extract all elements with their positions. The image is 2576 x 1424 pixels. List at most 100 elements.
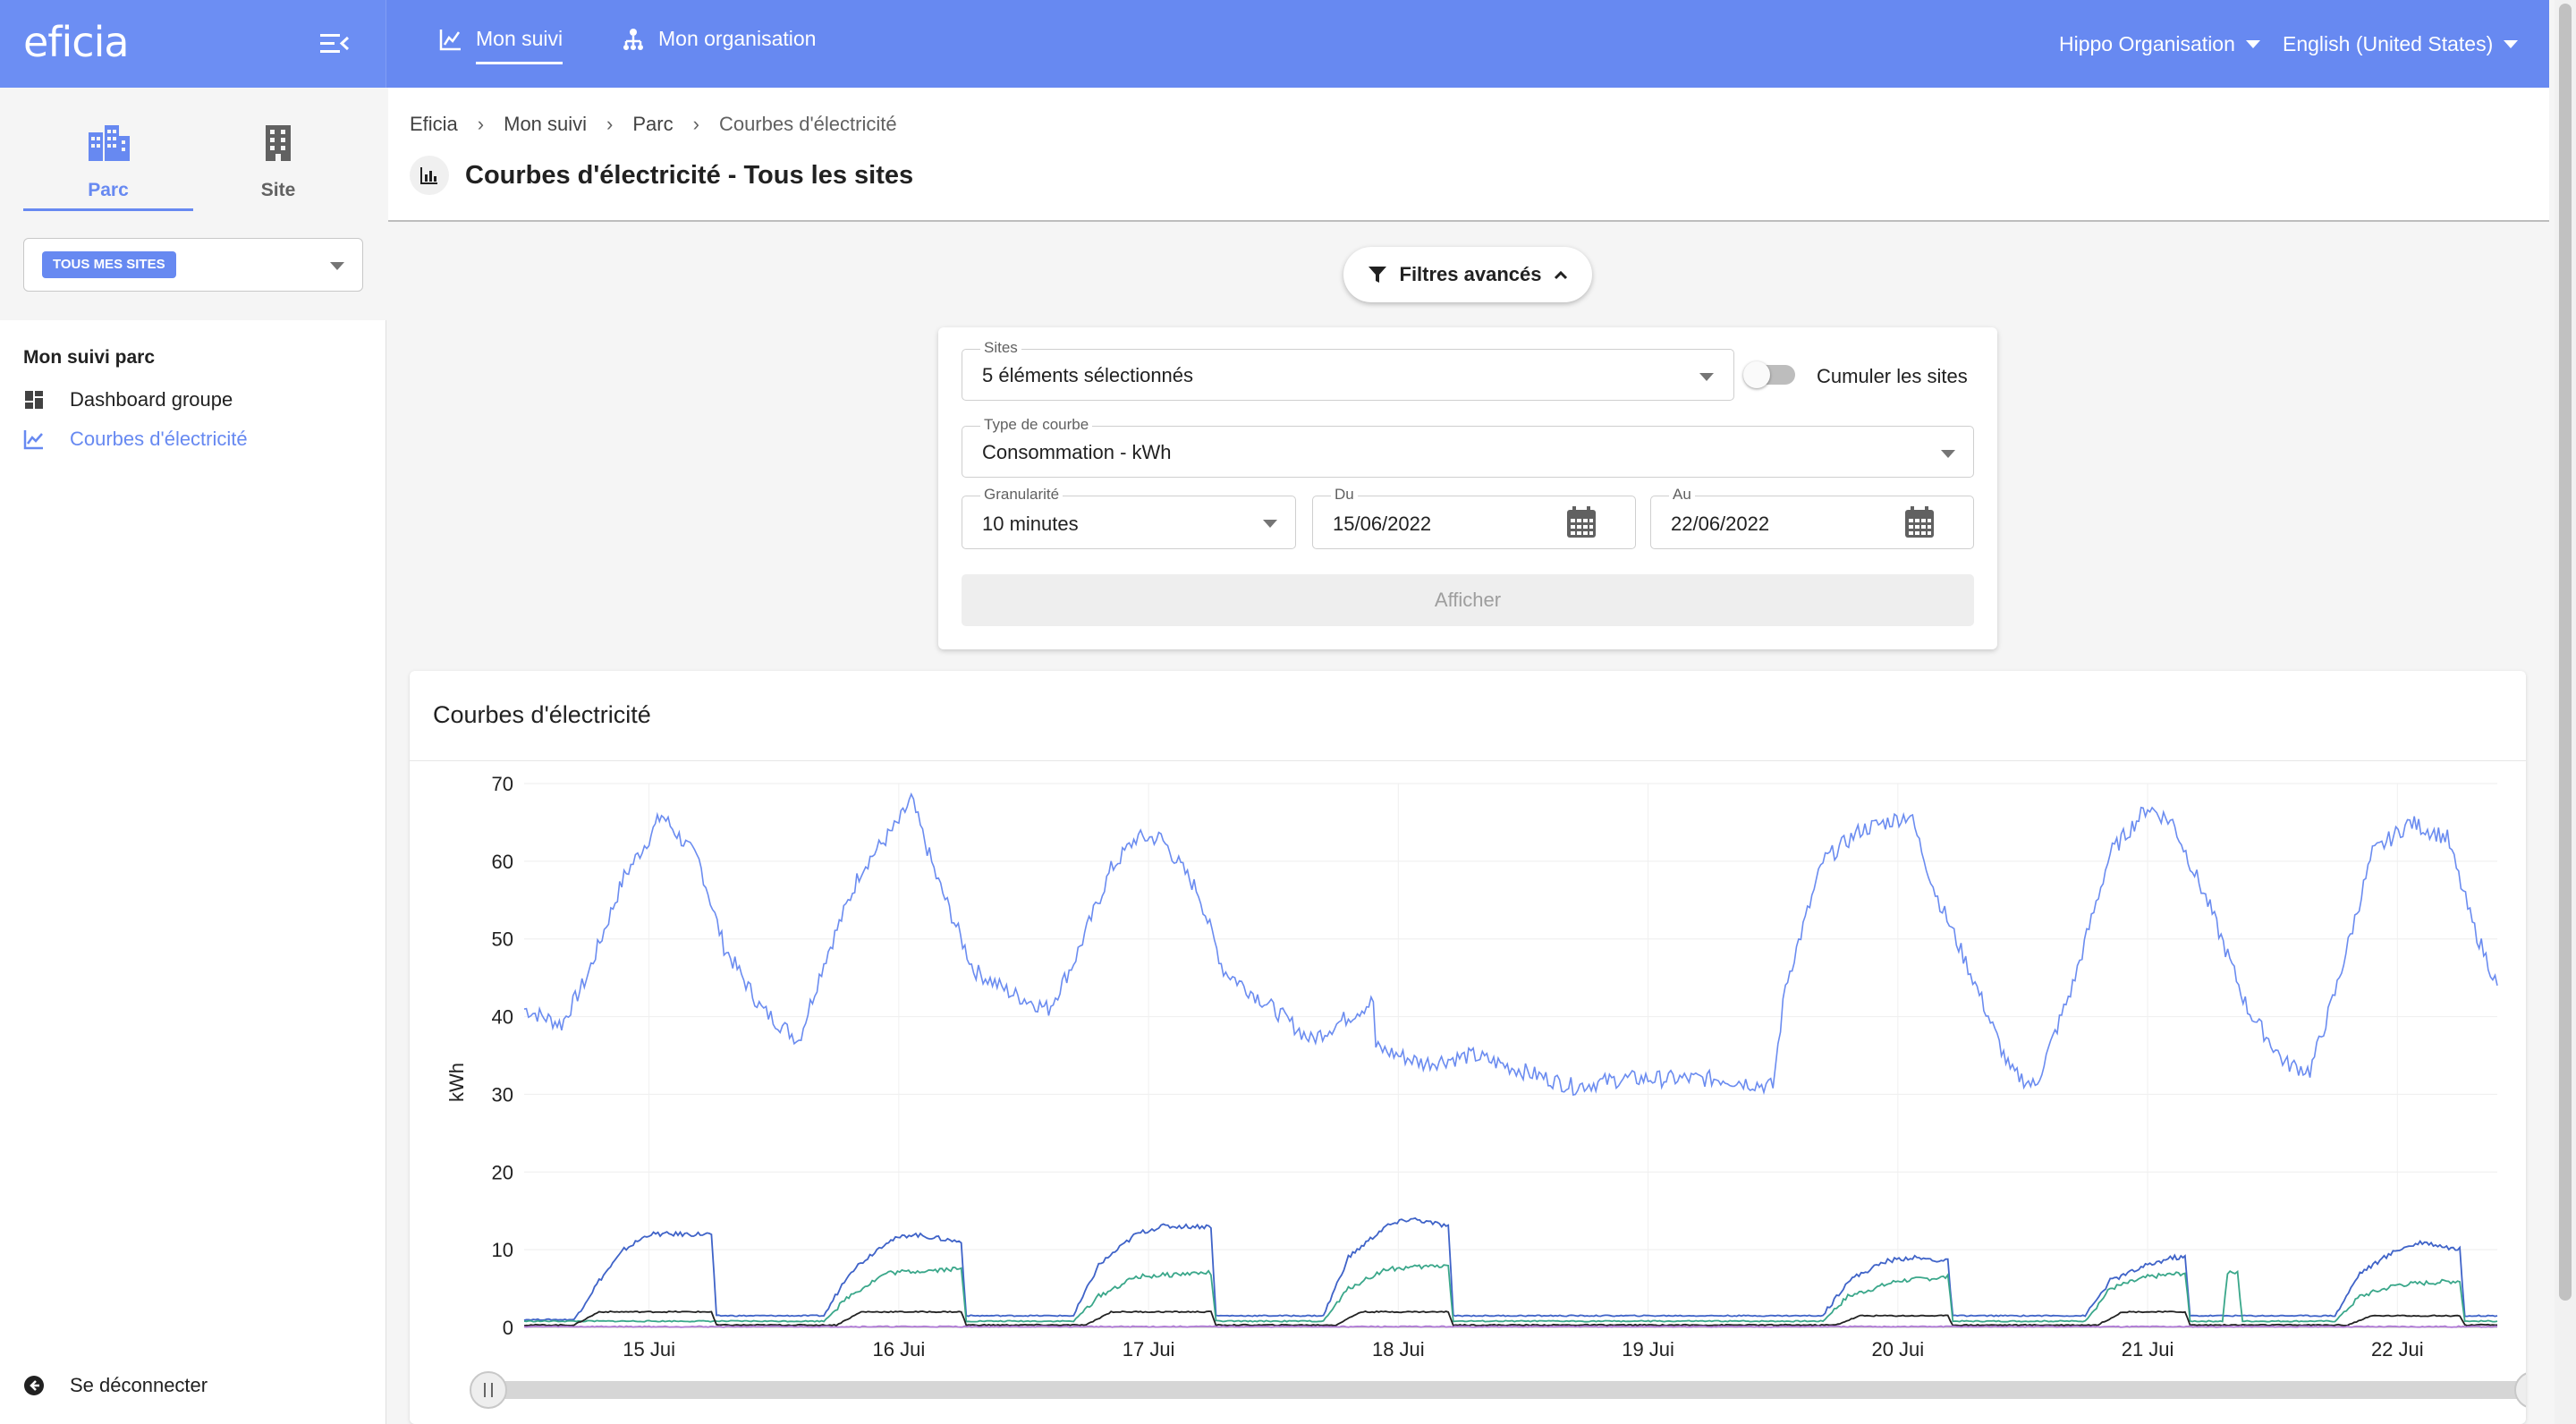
curve-type-select[interactable]: Type de courbe Consommation - kWh: [962, 416, 1974, 478]
sites-select[interactable]: Sites 5 éléments sélectionnés: [962, 339, 1734, 401]
electricity-chart[interactable]: 0 10 20 30 40 50 60 70 15 Jui 16 Jui 17 Jui 18 Jui 1…: [410, 760, 2526, 1424]
breadcrumb: Eficia › Mon suivi › Parc › Courbes d'él…: [410, 113, 897, 136]
series-line: [523, 1310, 2497, 1327]
range-slider-track: [488, 1381, 2526, 1399]
toggle-knob: [1743, 361, 1770, 388]
calendar-icon[interactable]: [1565, 505, 1597, 539]
org-icon: [623, 29, 643, 50]
chevron-up-icon: [1555, 270, 1568, 280]
date-to-field[interactable]: Au 22/06/2022: [1650, 486, 1974, 549]
field-label: Sites: [980, 339, 1021, 357]
x-tick-label: 21 Jui: [2122, 1338, 2174, 1360]
field-label: Du: [1331, 486, 1358, 504]
x-tick-label: 15 Jui: [623, 1338, 675, 1360]
sidebar-item-courbes-electricite[interactable]: Courbes d'électricité: [23, 428, 248, 451]
logo[interactable]: eficia: [23, 18, 130, 66]
range-slider-handle: [470, 1371, 507, 1409]
top-bar: eficia Mon suivi Mon organisation Hippo …: [0, 0, 2549, 88]
granularity-value: 10 minutes: [982, 513, 1079, 535]
site-scope-select[interactable]: TOUS MES SITES: [23, 238, 363, 292]
caret-down-icon: [1699, 373, 1714, 381]
advanced-filters-toggle[interactable]: Filtres avancés: [1343, 247, 1592, 302]
breadcrumb-item[interactable]: Mon suivi: [504, 113, 587, 136]
cumulate-sites-label: Cumuler les sites: [1817, 365, 1968, 387]
language-name: English (United States): [2283, 32, 2494, 55]
series-line: [523, 1264, 2498, 1323]
page-title: Courbes d'électricité - Tous les sites: [465, 160, 914, 190]
date-from-field[interactable]: Du 15/06/2022: [1312, 486, 1636, 549]
field-label: Type de courbe: [980, 416, 1093, 434]
calendar-icon[interactable]: [1903, 505, 1936, 539]
sidebar: Parc Site TOUS MES SITES Mon suivi parc: [0, 88, 386, 1424]
sidebar-item-dashboard-groupe[interactable]: Dashboard groupe: [23, 388, 233, 411]
page-header: Eficia › Mon suivi › Parc › Courbes d'él…: [388, 88, 2549, 222]
buildings-icon: [89, 125, 130, 161]
menu-collapse-icon[interactable]: [318, 30, 351, 57]
page-scrollbar[interactable]: [2555, 0, 2576, 1424]
filters-card: Sites 5 éléments sélectionnés Cumuler le…: [938, 327, 1997, 649]
tab-label: Site: [260, 180, 296, 200]
y-tick-label: 50: [492, 928, 513, 951]
x-tick-label: 19 Jui: [1622, 1338, 1674, 1360]
tab-parc[interactable]: Parc: [23, 120, 193, 211]
logo-zone: eficia: [0, 0, 386, 88]
y-tick-label: 20: [492, 1161, 513, 1183]
logout-icon: [24, 1376, 44, 1395]
field-label: Au: [1669, 486, 1695, 504]
advanced-filters-label: Filtres avancés: [1399, 263, 1542, 285]
nav-mon-organisation[interactable]: Mon organisation: [621, 27, 816, 70]
caret-down-icon: [2504, 40, 2519, 48]
breadcrumb-item[interactable]: Parc: [632, 113, 673, 136]
chart-title: Courbes d'électricité: [433, 701, 651, 728]
sidebar-item-label: Courbes d'électricité: [70, 428, 248, 450]
chevron-right-icon: ›: [477, 113, 485, 135]
y-tick-label: 10: [492, 1239, 513, 1261]
y-tick-label: 70: [492, 773, 513, 795]
nav-label: Mon organisation: [658, 27, 817, 50]
curve-type-value: Consommation - kWh: [982, 441, 1172, 463]
breadcrumb-item[interactable]: Eficia: [410, 113, 458, 136]
caret-down-icon: [330, 262, 344, 270]
bar-chart-icon: [410, 156, 449, 195]
sidebar-scope-panel: Parc Site TOUS MES SITES: [0, 88, 386, 320]
scrollbar-thumb[interactable]: [2559, 4, 2572, 1301]
chart-card: Courbes d'électricité 0 10 20 30 40 50 60 70 15 …: [410, 671, 2526, 1424]
sites-value: 5 éléments sélectionnés: [982, 364, 1194, 386]
tab-label: Parc: [88, 180, 129, 200]
chevron-right-icon: ›: [692, 113, 699, 135]
nav-label: Mon suivi: [476, 27, 564, 64]
organisation-name: Hippo Organisation: [2059, 32, 2235, 55]
date-to-value: 22/06/2022: [1671, 513, 1770, 535]
dashboard-icon: [25, 391, 43, 409]
organisation-dropdown[interactable]: Hippo Organisation: [2059, 32, 2260, 56]
chevron-right-icon: ›: [606, 113, 614, 135]
tab-site[interactable]: Site: [193, 120, 363, 211]
logout-label: Se déconnecter: [70, 1374, 208, 1396]
afficher-button[interactable]: Afficher: [962, 574, 1974, 626]
logout-button[interactable]: Se déconnecter: [23, 1374, 208, 1397]
x-tick-label: 22 Jui: [2371, 1338, 2424, 1360]
line-chart-icon: [23, 430, 43, 450]
title-row: Courbes d'électricité - Tous les sites: [410, 156, 913, 195]
series-line: [523, 1216, 2498, 1321]
date-from-value: 15/06/2022: [1333, 513, 1432, 535]
building-icon: [266, 125, 291, 161]
x-tick-label: 16 Jui: [873, 1338, 926, 1360]
sidebar-item-label: Dashboard groupe: [70, 388, 233, 411]
y-tick-label: 60: [492, 851, 513, 873]
x-tick-label: 18 Jui: [1372, 1338, 1425, 1360]
granularity-select[interactable]: Granularité 10 minutes: [962, 486, 1296, 549]
site-chip[interactable]: TOUS MES SITES: [42, 251, 176, 278]
cumulate-sites-toggle[interactable]: [1743, 361, 1795, 388]
nav-mon-suivi[interactable]: Mon suivi: [438, 27, 564, 70]
filter-icon: [1368, 267, 1386, 283]
range-slider-handle: [2514, 1372, 2526, 1408]
language-dropdown[interactable]: English (United States): [2283, 32, 2519, 56]
caret-down-icon: [1941, 450, 1955, 458]
y-tick-label: 0: [503, 1317, 513, 1339]
x-tick-label: 20 Jui: [1871, 1338, 1924, 1360]
x-tick-label: 17 Jui: [1123, 1338, 1175, 1360]
sidebar-section-heading: Mon suivi parc: [23, 347, 156, 368]
y-tick-label: 30: [492, 1083, 513, 1106]
y-tick-label: 40: [492, 1006, 513, 1029]
